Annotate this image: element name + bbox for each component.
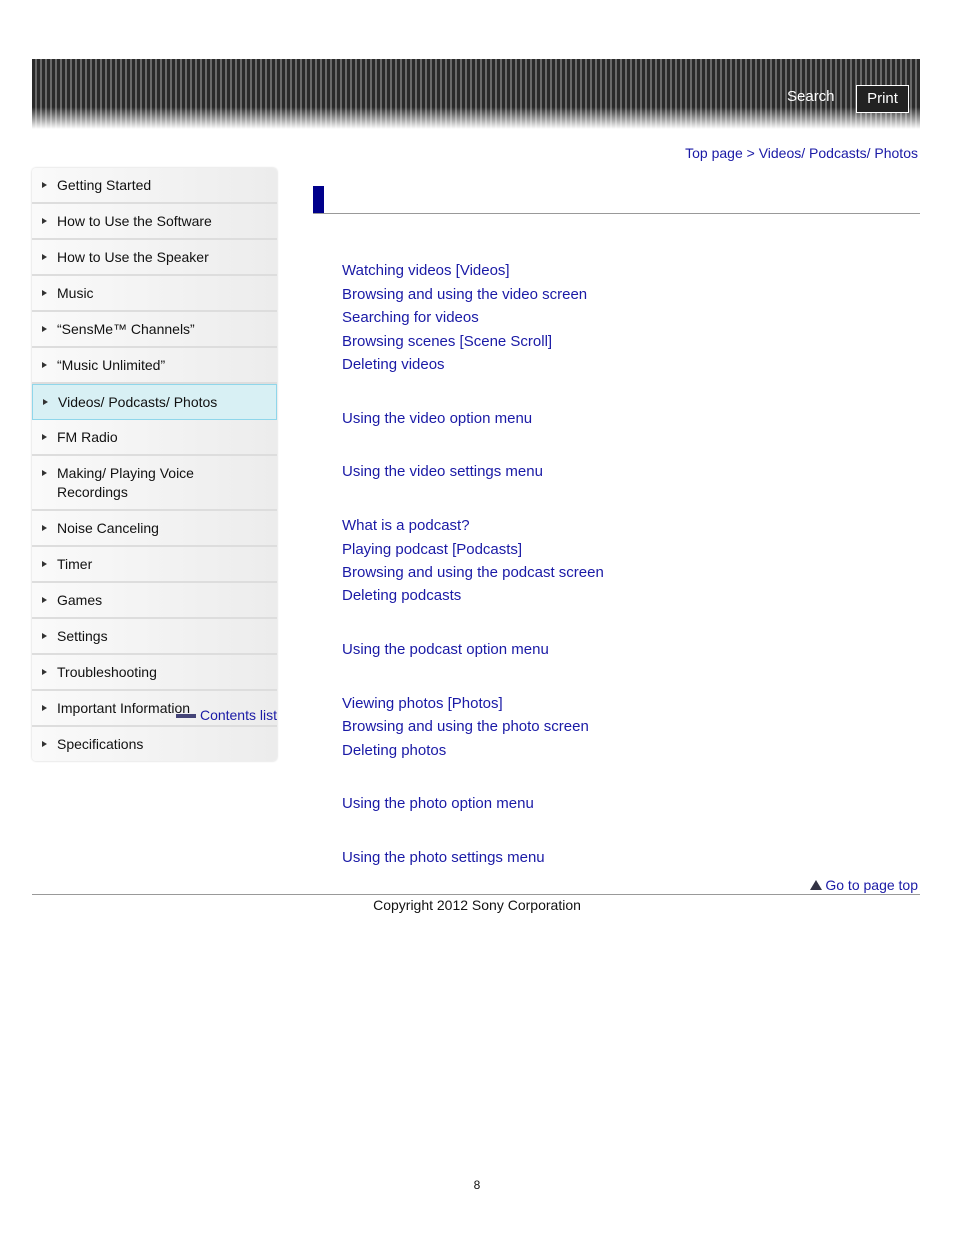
breadcrumb-top-link[interactable]: Top page xyxy=(685,145,743,161)
sidebar-item[interactable]: Specifications xyxy=(32,727,277,761)
search-button[interactable]: Search xyxy=(787,88,835,105)
breadcrumb-separator: > xyxy=(742,145,759,161)
triangle-right-icon xyxy=(42,669,47,675)
topic-link[interactable]: Browsing and using the photo screen xyxy=(342,718,589,735)
copyright: Copyright 2012 Sony Corporation xyxy=(373,897,581,913)
go-top-label: Go to page top xyxy=(825,877,918,893)
sidebar-item-label: Settings xyxy=(57,628,108,644)
print-button[interactable]: Print xyxy=(856,85,909,113)
topic-link[interactable]: Watching videos [Videos] xyxy=(342,262,510,279)
triangle-right-icon xyxy=(42,741,47,747)
sidebar-item-label: “SensMe™ Channels” xyxy=(57,321,195,337)
heading-marker xyxy=(313,186,324,214)
sidebar-item-label: FM Radio xyxy=(57,429,118,445)
topic-link[interactable]: Browsing and using the podcast screen xyxy=(342,564,604,581)
sidebar-item-label: Getting Started xyxy=(57,177,152,193)
triangle-right-icon xyxy=(42,561,47,567)
sidebar-item-label: Timer xyxy=(57,556,93,572)
topic-link[interactable]: Using the photo option menu xyxy=(342,795,534,812)
topic-link[interactable]: Using the video option menu xyxy=(342,410,532,427)
sidebar-item[interactable]: FM Radio xyxy=(32,420,277,456)
topic-link[interactable]: Playing podcast [Podcasts] xyxy=(342,541,522,558)
triangle-right-icon xyxy=(42,705,47,711)
go-to-page-top-link[interactable]: Go to page top xyxy=(810,877,918,893)
sidebar-item[interactable]: “Music Unlimited” xyxy=(32,348,277,384)
topic-link[interactable]: Deleting videos xyxy=(342,356,445,373)
sidebar-item-label: Specifications xyxy=(57,736,144,752)
topic-link[interactable]: What is a podcast? xyxy=(342,517,470,534)
triangle-right-icon xyxy=(42,362,47,368)
sidebar-item-label: How to Use the Speaker xyxy=(57,249,209,265)
triangle-right-icon xyxy=(43,399,48,405)
contents-list-link[interactable]: Contents list xyxy=(175,707,277,723)
sidebar-item[interactable]: Troubleshooting xyxy=(32,655,277,691)
sidebar-item[interactable]: Noise Canceling xyxy=(32,511,277,547)
topic-link[interactable]: Deleting photos xyxy=(342,742,446,759)
breadcrumb-current-link[interactable]: Videos/ Podcasts/ Photos xyxy=(759,145,918,161)
triangle-right-icon xyxy=(42,218,47,224)
triangle-right-icon xyxy=(42,254,47,260)
sidebar-item[interactable]: “SensMe™ Channels” xyxy=(32,312,277,348)
topic-link[interactable]: Using the photo settings menu xyxy=(342,849,545,866)
triangle-right-icon xyxy=(42,525,47,531)
sidebar-item[interactable]: Settings xyxy=(32,619,277,655)
page: Search Print Top page > Videos/ Podcasts… xyxy=(0,0,954,1235)
sidebar-item-label: Troubleshooting xyxy=(57,664,157,680)
triangle-right-icon xyxy=(42,470,47,476)
sidebar-item-label: Noise Canceling xyxy=(57,520,159,536)
sidebar-item-label: Important Information xyxy=(57,700,191,716)
sidebar-item[interactable]: Getting Started xyxy=(32,168,277,204)
sidebar-item[interactable]: How to Use the Speaker xyxy=(32,240,277,276)
contents-list-label: Contents list xyxy=(199,707,277,723)
sidebar-item[interactable]: Making/ Playing Voice Recordings xyxy=(32,456,277,511)
page-number: 8 xyxy=(473,1178,481,1192)
triangle-right-icon xyxy=(42,290,47,296)
sidebar-item-label: Making/ Playing Voice Recordings xyxy=(57,465,194,500)
triangle-right-icon xyxy=(42,597,47,603)
sidebar-item[interactable]: Videos/ Podcasts/ Photos xyxy=(32,384,277,420)
triangle-right-icon xyxy=(42,633,47,639)
topic-link[interactable]: Browsing scenes [Scene Scroll] xyxy=(342,333,552,350)
triangle-right-icon xyxy=(42,326,47,332)
triangle-up-icon xyxy=(810,880,823,890)
topic-link[interactable]: Viewing photos [Photos] xyxy=(342,695,503,712)
sidebar-item[interactable]: Music xyxy=(32,276,277,312)
sidebar-nav: Getting Started How to Use the Software Ho… xyxy=(32,168,277,761)
topic-link[interactable]: Using the video settings menu xyxy=(342,463,543,480)
topic-link[interactable]: Browsing and using the video screen xyxy=(342,286,587,303)
topic-link[interactable]: Searching for videos xyxy=(342,309,479,326)
heading-divider xyxy=(313,213,920,214)
sidebar-item[interactable]: Games xyxy=(32,583,277,619)
sidebar-item-label: “Music Unlimited” xyxy=(57,357,166,373)
sidebar-item[interactable]: How to Use the Software xyxy=(32,204,277,240)
sidebar-item-label: Videos/ Podcasts/ Photos xyxy=(58,394,218,410)
triangle-right-icon xyxy=(42,182,47,188)
sidebar-item[interactable]: Timer xyxy=(32,547,277,583)
topic-link[interactable]: Using the podcast option menu xyxy=(342,641,549,658)
breadcrumb: Top page > Videos/ Podcasts/ Photos xyxy=(685,145,918,161)
sidebar-item-label: How to Use the Software xyxy=(57,213,212,229)
sidebar-item-label: Games xyxy=(57,592,103,608)
footer-divider xyxy=(32,894,920,895)
topic-link[interactable]: Deleting podcasts xyxy=(342,587,461,604)
arrow-right-icon xyxy=(175,714,196,719)
triangle-right-icon xyxy=(42,434,47,440)
sidebar-item-label: Music xyxy=(57,285,94,301)
